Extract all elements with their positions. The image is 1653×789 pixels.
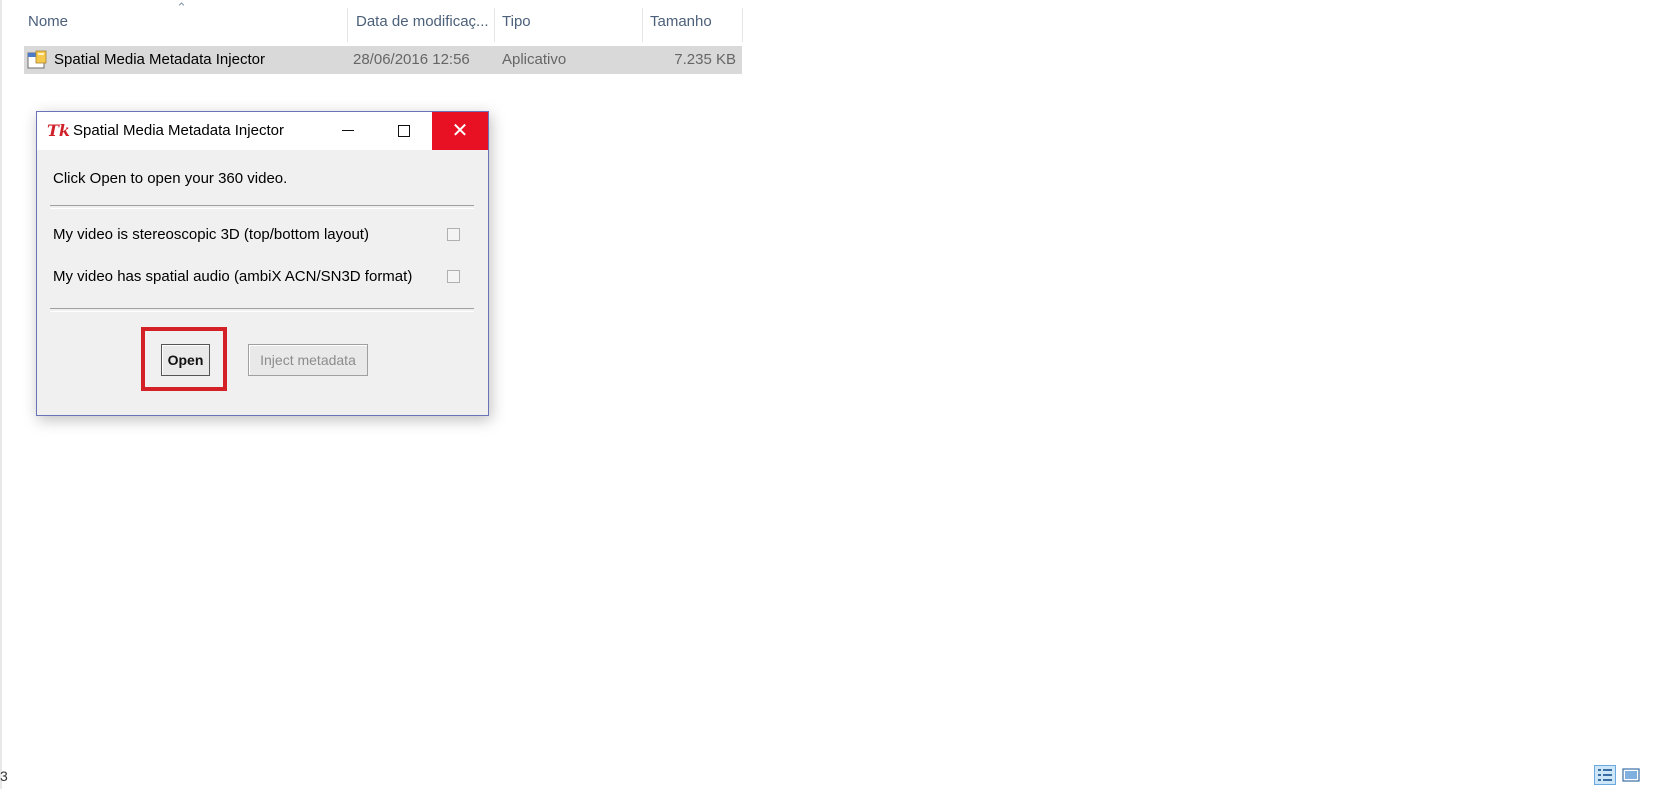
close-button[interactable]: ✕ bbox=[432, 112, 488, 150]
stereoscopic-checkbox[interactable] bbox=[447, 228, 460, 241]
column-header-type[interactable]: Tipo bbox=[494, 0, 642, 42]
instruction-text: Click Open to open your 360 video. bbox=[53, 170, 288, 187]
minimize-button[interactable] bbox=[320, 112, 376, 150]
column-divider[interactable] bbox=[742, 8, 743, 42]
status-count: 3 bbox=[0, 768, 8, 784]
left-edge bbox=[0, 0, 2, 789]
column-header-row: ⌃ Nome Data de modificaç... Tipo Tamanho bbox=[0, 0, 750, 42]
details-view-button[interactable] bbox=[1594, 765, 1616, 785]
file-size: 7.235 KB bbox=[674, 51, 736, 68]
dialog-title: Spatial Media Metadata Injector bbox=[73, 122, 284, 139]
maximize-button[interactable] bbox=[376, 112, 432, 150]
injector-dialog: Tk Spatial Media Metadata Injector ✕ Cli… bbox=[36, 111, 489, 416]
spatial-audio-checkbox[interactable] bbox=[447, 270, 460, 283]
file-date: 28/06/2016 12:56 bbox=[353, 51, 470, 68]
column-header-size[interactable]: Tamanho bbox=[642, 0, 742, 42]
tk-icon: Tk bbox=[47, 121, 70, 140]
spatial-audio-label: My video has spatial audio (ambiX ACN/SN… bbox=[53, 268, 413, 285]
minimize-icon bbox=[342, 130, 354, 132]
maximize-icon bbox=[398, 124, 410, 137]
close-icon: ✕ bbox=[451, 120, 469, 142]
large-icons-view-button[interactable] bbox=[1620, 765, 1642, 785]
separator bbox=[50, 308, 474, 312]
large-icons-view-icon bbox=[1622, 768, 1640, 782]
details-view-icon bbox=[1598, 769, 1612, 781]
file-row[interactable]: Spatial Media Metadata Injector 28/06/20… bbox=[24, 46, 742, 74]
file-type: Aplicativo bbox=[502, 51, 567, 68]
open-button-highlight bbox=[141, 327, 227, 391]
column-header-date[interactable]: Data de modificaç... bbox=[348, 0, 494, 42]
separator bbox=[50, 205, 474, 209]
inject-metadata-button[interactable]: Inject metadata bbox=[248, 344, 368, 376]
column-header-name[interactable]: Nome bbox=[20, 0, 350, 42]
file-name: Spatial Media Metadata Injector bbox=[54, 51, 265, 68]
application-icon bbox=[27, 50, 47, 69]
stereoscopic-label: My video is stereoscopic 3D (top/bottom … bbox=[53, 226, 369, 243]
dialog-titlebar[interactable]: Tk Spatial Media Metadata Injector ✕ bbox=[37, 112, 488, 150]
